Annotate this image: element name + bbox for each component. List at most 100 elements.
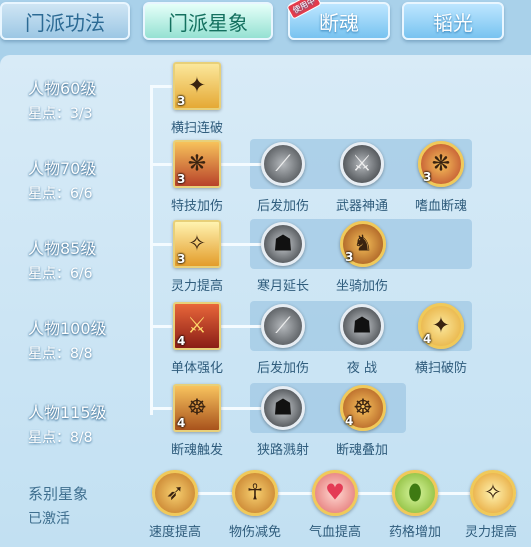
point-count: 3 — [177, 252, 186, 266]
point-count: 4 — [345, 414, 354, 428]
series-status: 已激活 — [28, 511, 70, 527]
soul-stack-icon[interactable]: ☸ 4 — [340, 385, 386, 431]
level-label: 人物115级 — [28, 403, 107, 422]
tab-bar: 门派功法 门派星象 使用中 断魂 韬光 — [0, 0, 531, 50]
sweep-armor-break-icon[interactable]: ✦ 4 — [418, 303, 464, 349]
node-label: 断魂触发 — [170, 443, 223, 458]
node-label: 灵力提高 — [170, 279, 223, 294]
counter-damage-icon[interactable]: ⟋ — [261, 304, 305, 348]
tab-label: 韬光 — [433, 10, 473, 35]
icon-glyph: ✧ — [483, 480, 503, 506]
in-use-badge: 使用中 — [286, 0, 322, 20]
star-points: 星点：8/8 — [28, 346, 93, 362]
row-level-70: 人物70级 星点：6/6 — [28, 155, 96, 203]
icon-glyph: ⟋ — [275, 313, 291, 339]
level-label: 人物85级 — [28, 239, 97, 258]
frost-moon-icon[interactable]: ☗ — [261, 222, 305, 266]
icon-glyph: ☥ — [246, 480, 264, 506]
spirit-boost-icon[interactable]: ✧ 3 — [173, 220, 221, 268]
connector-line — [150, 325, 172, 328]
point-count: 3 — [177, 172, 186, 186]
counter-damage-icon[interactable]: ⟋ — [261, 142, 305, 186]
icon-glyph: ✦ — [187, 73, 207, 99]
tab-sect-stars[interactable]: 门派星象 — [143, 2, 273, 40]
node-label: 嗜血断魂 — [414, 199, 467, 214]
night-battle-icon[interactable]: ☗ — [340, 304, 384, 348]
node-label: 横扫破防 — [414, 361, 467, 376]
node-label: 坐骑加伤 — [335, 279, 388, 294]
point-count: 3 — [423, 170, 432, 184]
spirit-boost-icon[interactable]: ✧ — [470, 470, 516, 516]
node-label: 狭路溅射 — [256, 443, 309, 458]
icon-glyph: ✦ — [431, 313, 451, 339]
tab-sect-skills[interactable]: 门派功法 — [0, 2, 130, 40]
connector-line — [150, 163, 172, 166]
connector-line — [221, 243, 261, 246]
tab-label: 门派功法 — [25, 10, 105, 35]
node-label: 横扫连破 — [170, 121, 223, 136]
icon-glyph: ☸ — [353, 395, 373, 421]
health-boost-icon[interactable]: ♥ — [312, 470, 358, 516]
row-level-100: 人物100级 星点：8/8 — [28, 315, 107, 363]
connector-line — [150, 243, 172, 246]
row-level-85: 人物85级 星点：6/6 — [28, 235, 96, 283]
point-count: 4 — [177, 416, 186, 430]
sweep-combo-icon[interactable]: ✦ 3 — [173, 62, 221, 110]
node-label: 武器神通 — [335, 199, 388, 214]
star-points: 星点：3/3 — [28, 106, 93, 122]
mount-damage-icon[interactable]: ♞ 3 — [340, 221, 386, 267]
soul-trigger-icon[interactable]: ☸ 4 — [173, 384, 221, 432]
level-label: 人物60级 — [28, 79, 97, 98]
connector-line — [221, 325, 261, 328]
star-points: 星点：6/6 — [28, 186, 93, 202]
tab-duanhun[interactable]: 使用中 断魂 — [286, 0, 390, 40]
potion-slot-icon[interactable]: ⬮ — [392, 470, 438, 516]
icon-glyph: ❋ — [431, 151, 451, 177]
star-panel: 人物60级 星点：3/3 ✦ 3 横扫连破 人物70级 星点：6/6 ❋ 3 特… — [0, 55, 531, 547]
physical-reduction-icon[interactable]: ☥ — [232, 470, 278, 516]
node-label: 夜 战 — [346, 361, 378, 376]
connector-line — [150, 407, 172, 410]
point-count: 3 — [345, 250, 354, 264]
icon-glyph: ⟋ — [275, 151, 291, 177]
level-label: 人物70级 — [28, 159, 97, 178]
connector-line — [221, 407, 261, 410]
series-title: 系别星象 — [28, 485, 89, 503]
series-section: 系别星象 已激活 — [28, 483, 88, 528]
node-label: 速度提高 — [148, 525, 201, 540]
weapon-mastery-icon[interactable]: ⚔ — [340, 142, 384, 186]
narrow-splash-icon[interactable]: ☗ — [261, 386, 305, 430]
star-points: 星点：8/8 — [28, 430, 93, 446]
node-label: 灵力提高 — [464, 525, 517, 540]
row-level-60: 人物60级 星点：3/3 — [28, 75, 96, 123]
special-damage-icon[interactable]: ❋ 3 — [173, 140, 221, 188]
row-level-115: 人物115级 星点：8/8 — [28, 399, 107, 447]
point-count: 4 — [423, 332, 432, 346]
speed-boost-icon[interactable]: ➶ — [152, 470, 198, 516]
node-label: 气血提高 — [308, 525, 361, 540]
icon-glyph: ☗ — [352, 313, 372, 339]
connector-line — [150, 85, 153, 415]
icon-glyph: ❋ — [187, 151, 207, 177]
icon-glyph: ✧ — [187, 231, 207, 257]
icon-glyph: ♞ — [353, 231, 373, 257]
tab-taoguang[interactable]: 韬光 — [402, 2, 504, 40]
node-label: 寒月延长 — [256, 279, 309, 294]
point-count: 3 — [177, 94, 186, 108]
point-count: 4 — [177, 334, 186, 348]
icon-glyph: ⚔ — [352, 151, 372, 177]
node-label: 药格增加 — [388, 525, 441, 540]
node-label: 后发加伤 — [256, 361, 309, 376]
node-label: 物伤减免 — [228, 525, 281, 540]
single-target-icon[interactable]: ⚔ 4 — [173, 302, 221, 350]
icon-glyph: ☸ — [187, 395, 207, 421]
node-label: 后发加伤 — [256, 199, 309, 214]
icon-glyph: ☗ — [273, 395, 293, 421]
icon-glyph: ➶ — [165, 480, 185, 506]
level-label: 人物100级 — [28, 319, 107, 338]
connector-line — [221, 163, 261, 166]
node-label: 断魂叠加 — [335, 443, 388, 458]
icon-glyph: ☗ — [273, 231, 293, 257]
tab-label: 门派星象 — [168, 10, 248, 35]
bloodthirst-icon[interactable]: ❋ 3 — [418, 141, 464, 187]
